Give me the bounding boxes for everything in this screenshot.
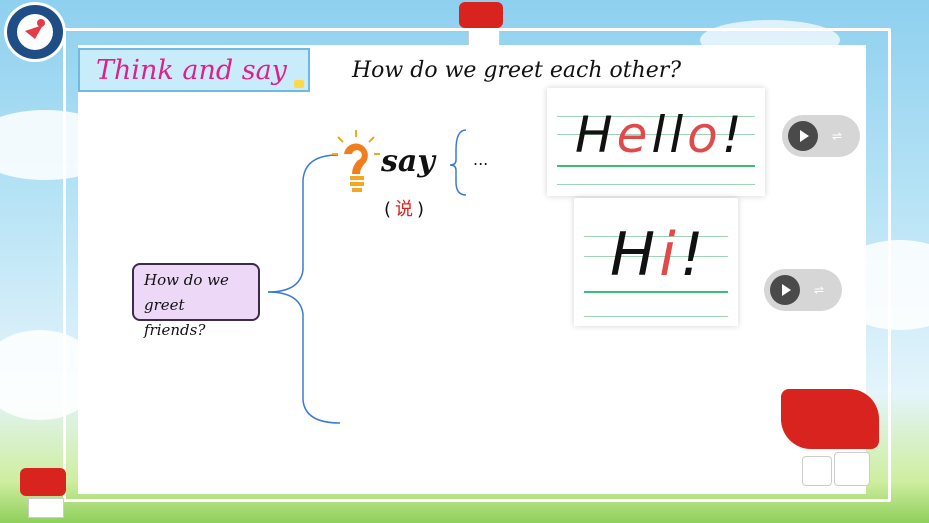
audio-player-hello[interactable]: ⇌ xyxy=(782,115,860,157)
topic-box: How do we greet friends? xyxy=(132,263,260,339)
say-label: say xyxy=(381,144,435,179)
mind-map-connector xyxy=(267,129,467,424)
paren-close: ) xyxy=(417,199,429,220)
word-hi: Hi! xyxy=(610,220,708,290)
word-card-hi: Hi! xyxy=(574,198,738,326)
word-card-hello: Hello! xyxy=(547,88,765,196)
topic-line-2: greet friends? xyxy=(144,296,206,339)
play-icon[interactable] xyxy=(788,121,818,151)
topic-line-1: How do we xyxy=(144,271,229,289)
equalizer-icon[interactable]: ⇌ xyxy=(814,283,824,297)
badge-icon xyxy=(20,468,66,496)
badge-icon xyxy=(802,456,832,486)
chinese-label: (说) xyxy=(384,195,428,221)
chinese-char: 说 xyxy=(395,199,418,220)
badge-icon xyxy=(834,452,870,486)
lightbulb-question-icon xyxy=(332,130,380,192)
word-hello: Hello! xyxy=(575,106,746,164)
equalizer-icon[interactable]: ⇌ xyxy=(832,129,842,143)
audio-player-hi[interactable]: ⇌ xyxy=(764,269,842,311)
paren-open: ( xyxy=(384,199,396,220)
play-icon[interactable] xyxy=(770,275,800,305)
badge-icon xyxy=(28,498,64,518)
badge-icon xyxy=(781,389,879,449)
ellipsis: ... xyxy=(473,150,489,169)
